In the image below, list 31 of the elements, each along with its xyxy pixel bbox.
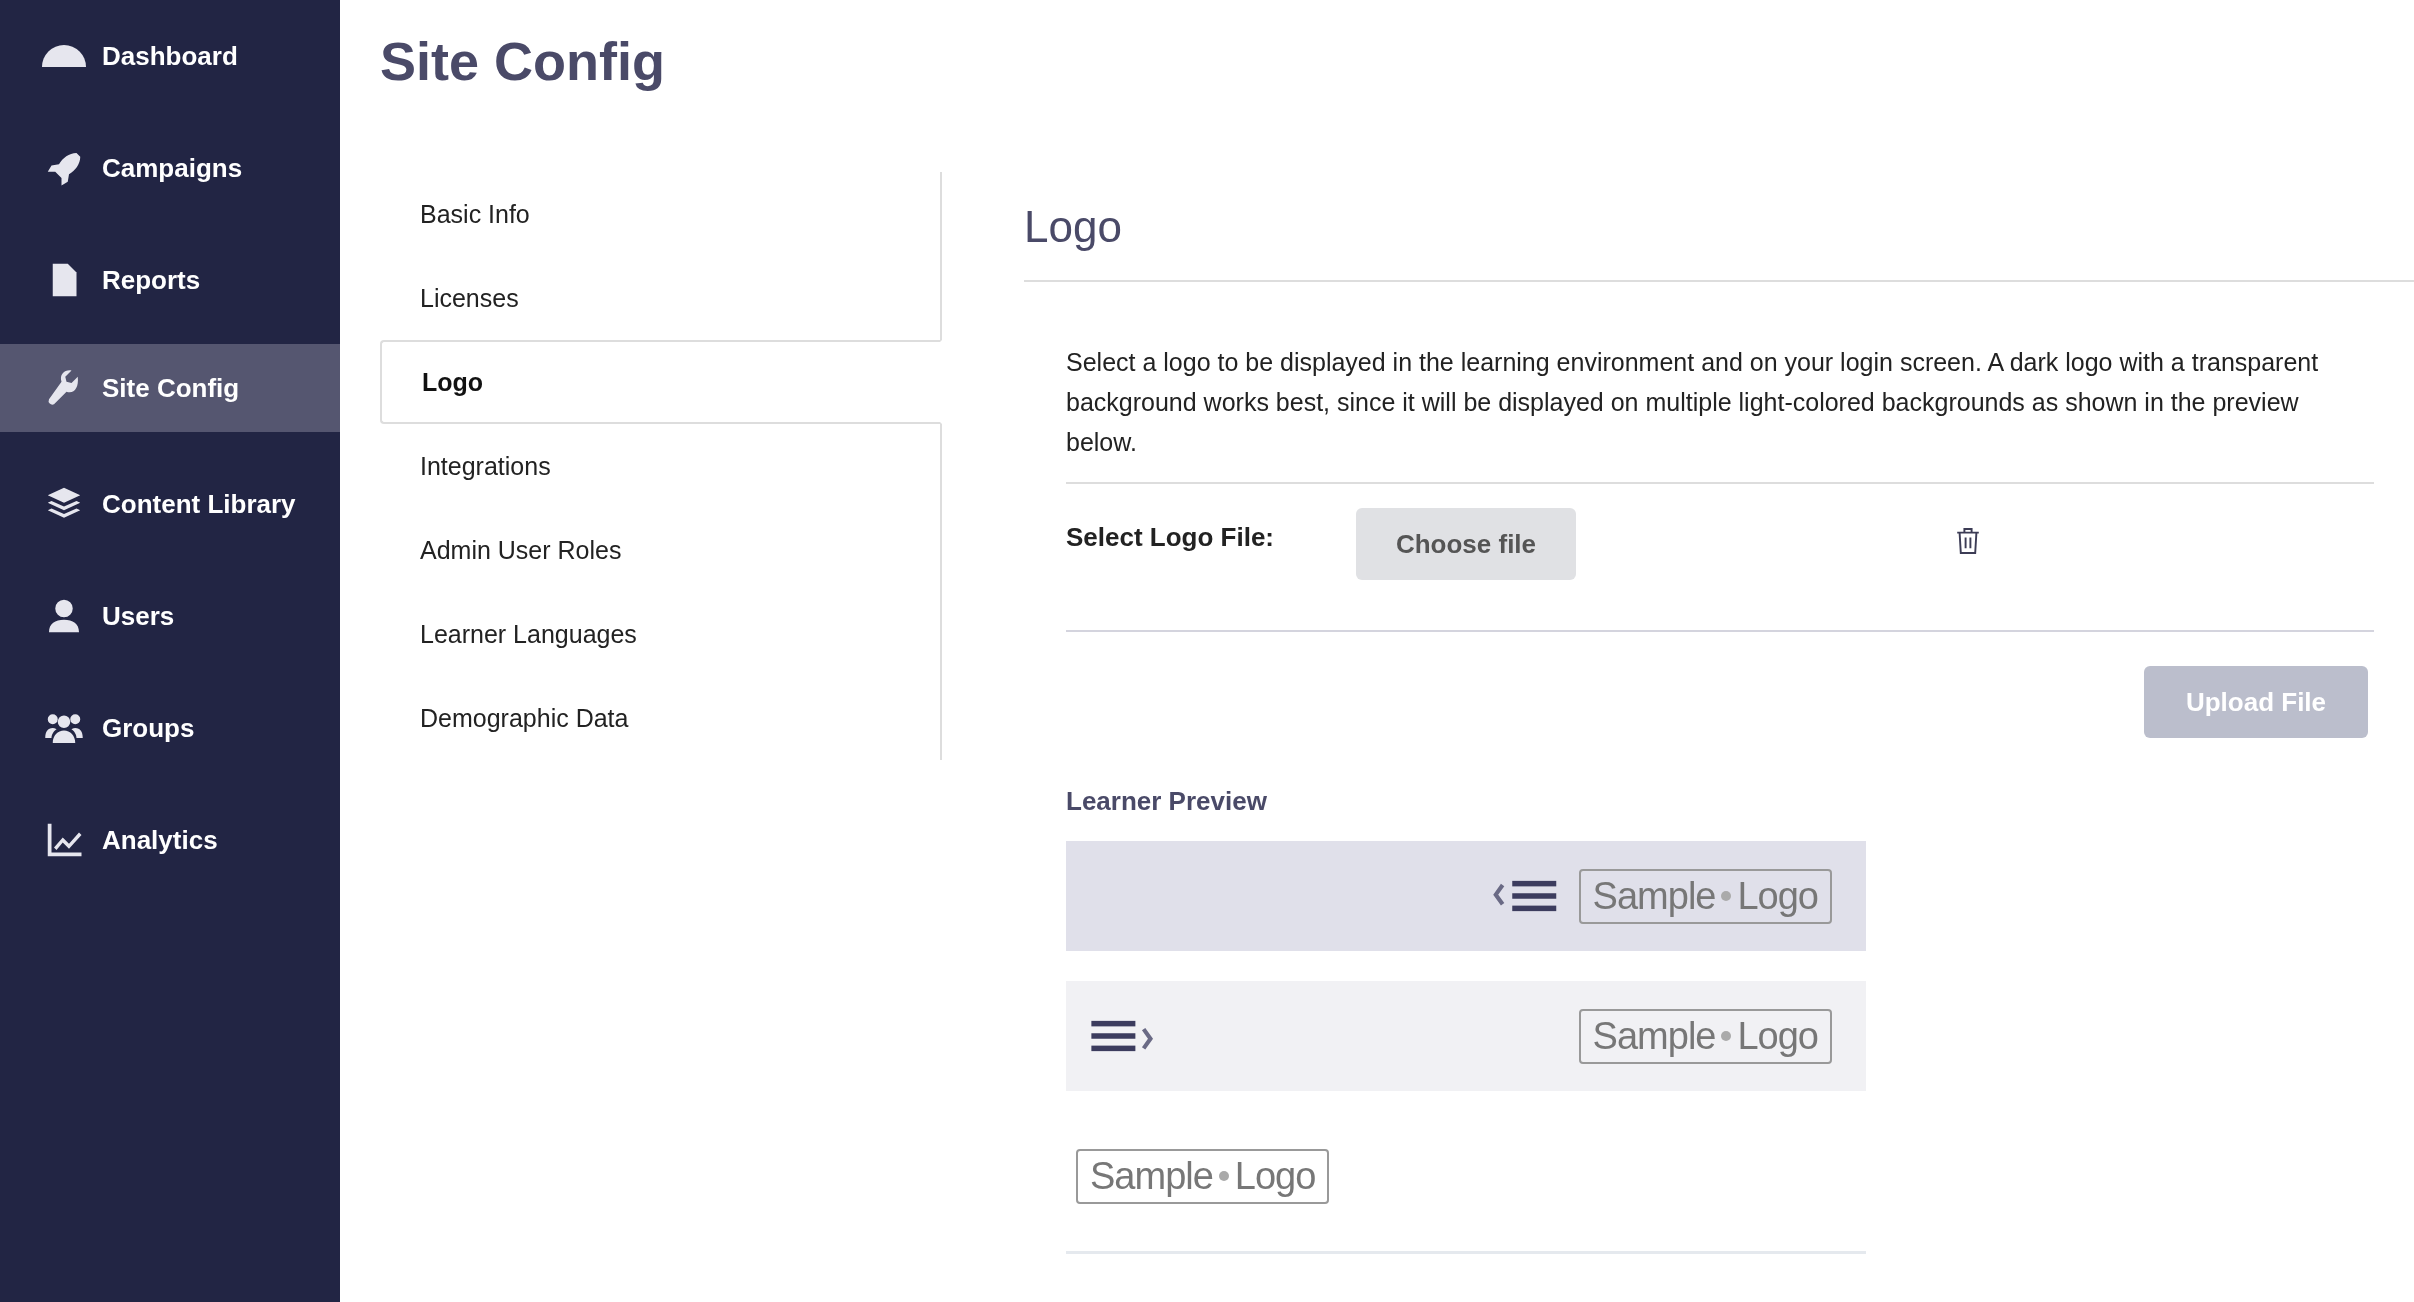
logo-word: Logo	[1234, 1154, 1316, 1198]
sidebar-item[interactable]: Reports	[0, 232, 340, 328]
subnav-item[interactable]: Integrations	[380, 424, 940, 508]
subnav-item[interactable]: Logo	[380, 340, 942, 424]
subnav-item[interactable]: Demographic Data	[380, 676, 940, 760]
dot-icon	[1721, 1031, 1732, 1041]
logo-word: Logo	[1737, 874, 1818, 918]
description-text: Select a logo to be displayed in the learning environment and on your login screen. A dark logo with a transparent background works best, since it will be displayed on multiple light-colored backgrounds as shown in the preview below.	[1066, 342, 2374, 484]
sidebar-item[interactable]: Groups	[0, 680, 340, 776]
sidebar-item[interactable]: Campaigns	[0, 120, 340, 216]
preview-heading: Learner Preview	[1066, 786, 1268, 817]
subnav-item[interactable]: Licenses	[380, 256, 940, 340]
sidebar-item[interactable]: Analytics	[0, 792, 340, 888]
subnav-item[interactable]: Learner Languages	[380, 592, 940, 676]
sidebar-item[interactable]: Dashboard	[0, 8, 340, 104]
sidebar-item[interactable]: Site Config	[0, 344, 340, 432]
choose-file-button[interactable]: Choose file	[1356, 508, 1576, 580]
page-title: Site Config	[380, 30, 666, 92]
trash-icon[interactable]	[1956, 526, 1980, 556]
logo-word: Sample	[1592, 874, 1716, 918]
dot-icon	[1721, 891, 1732, 901]
logo-word: Sample	[1592, 1014, 1716, 1058]
logo-word: Sample	[1090, 1154, 1213, 1198]
subnav-item[interactable]: Basic Info	[380, 172, 940, 256]
sidebar-item[interactable]: Users	[0, 568, 340, 664]
field-label: Select Logo File:	[1066, 522, 1276, 553]
section-title: Logo	[1024, 202, 2414, 282]
dot-icon	[1218, 1171, 1229, 1181]
sidebar-item[interactable]: Content Library	[0, 456, 340, 552]
subnav-item[interactable]: Admin User Roles	[380, 508, 940, 592]
logo-word: Logo	[1737, 1014, 1818, 1058]
